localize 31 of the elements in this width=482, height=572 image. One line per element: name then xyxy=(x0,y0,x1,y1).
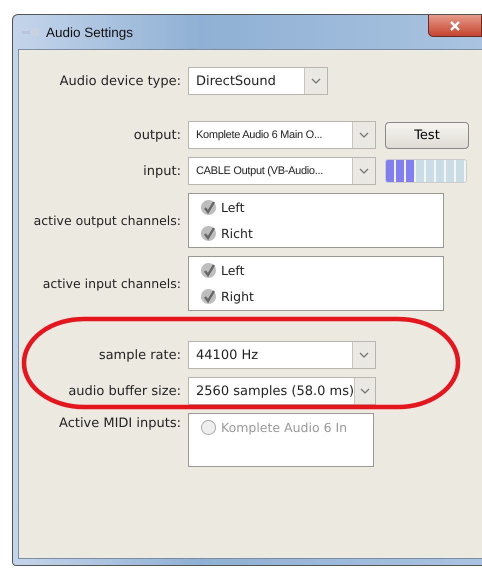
close-button[interactable] xyxy=(428,15,482,37)
field-label: Audio device type: xyxy=(58,74,181,88)
checkbox[interactable] xyxy=(201,226,216,241)
checkbox[interactable] xyxy=(201,289,216,304)
dropdown[interactable]: DirectSound xyxy=(188,67,328,95)
dropdown[interactable]: Komplete Audio 6 Main O... xyxy=(188,121,376,149)
field-label: Active MIDI inputs: xyxy=(58,415,181,431)
dropdown[interactable]: 44100 Hz xyxy=(188,341,376,369)
window-title: Audio Settings xyxy=(46,24,134,40)
checkbox[interactable] xyxy=(201,263,216,278)
field-label: active output channels: xyxy=(32,213,181,228)
checkbox-label: Right xyxy=(221,289,254,304)
dropdown[interactable]: 2560 samples (58.0 ms) xyxy=(188,377,376,405)
dropdown[interactable]: CABLE Output (VB-Audio... xyxy=(188,157,376,185)
checkbox-label: Left xyxy=(221,263,245,278)
chevron-icon xyxy=(360,388,370,394)
field-label: active input channels: xyxy=(42,276,181,291)
checkbox-label: Left xyxy=(221,200,245,215)
chevron-icon xyxy=(359,168,369,174)
field-label: audio buffer size: xyxy=(67,384,181,398)
chevron-icon xyxy=(359,352,369,358)
checkbox-label: Richt xyxy=(221,226,253,241)
radio-label: Komplete Audio 6 In xyxy=(221,420,348,435)
close-icon xyxy=(449,20,461,30)
field-label: sample rate: xyxy=(98,348,181,362)
chevron-icon xyxy=(311,78,321,84)
field-label: output: xyxy=(132,128,181,142)
checkbox[interactable] xyxy=(201,200,216,215)
field-label: input: xyxy=(142,164,181,178)
test-button[interactable]: Test xyxy=(385,122,469,148)
chevron-icon xyxy=(359,132,369,138)
